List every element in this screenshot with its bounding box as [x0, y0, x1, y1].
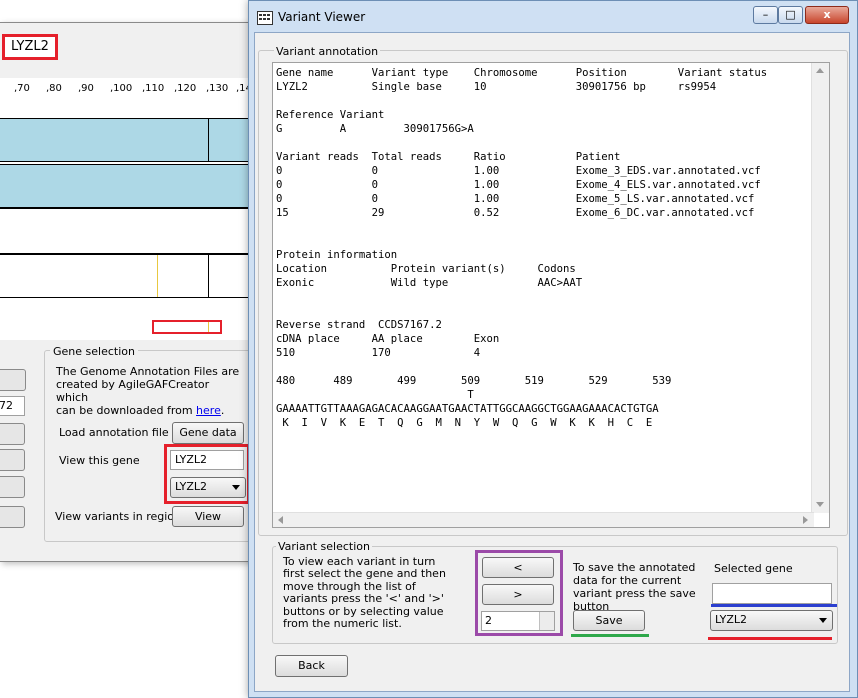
- ruler-tick: ,130: [206, 83, 229, 94]
- app-grid-icon: [257, 11, 273, 25]
- save-instructions: To save the annotated data for the curre…: [573, 561, 696, 613]
- view-region-label: View variants in region: [55, 510, 181, 523]
- view-gene-label: View this gene: [59, 454, 140, 467]
- save-button[interactable]: Save: [573, 610, 645, 631]
- chevron-down-icon: [819, 618, 827, 623]
- bg-text-field-partial[interactable]: 72: [0, 396, 25, 416]
- vertical-scrollbar[interactable]: [811, 63, 829, 513]
- minimize-button[interactable]: –: [753, 6, 778, 24]
- stepper-down-icon[interactable]: [539, 621, 554, 630]
- info-line: The Genome Annotation Files are: [56, 365, 240, 378]
- gene-track-exon[interactable]: [0, 118, 248, 162]
- selected-gene-dropdown[interactable]: LYZL2: [710, 610, 833, 631]
- bg-button-partial-2[interactable]: [0, 449, 25, 471]
- genome-track-panel[interactable]: [0, 100, 248, 340]
- gene-selection-title: Gene selection: [50, 345, 138, 358]
- gene-track-empty: [0, 208, 248, 254]
- variant-track[interactable]: [0, 254, 248, 298]
- ruler-tick: ,90: [78, 83, 94, 94]
- variant-selection-instructions: To view each variant in turn first selec…: [283, 555, 446, 631]
- back-button[interactable]: Back: [275, 655, 348, 677]
- bg-dropdown-partial[interactable]: [0, 369, 26, 391]
- region-selection-box[interactable]: [152, 320, 222, 334]
- stepper-up-icon[interactable]: [539, 612, 554, 621]
- view-region-button[interactable]: View: [172, 506, 244, 527]
- stepper-value: 2: [485, 614, 492, 627]
- info-line: created by AgileGAFCreator which: [56, 378, 210, 404]
- bg-button-partial-4[interactable]: [0, 506, 25, 528]
- info-line-end: .: [220, 404, 225, 417]
- genome-gene-label: LYZL2: [2, 34, 58, 60]
- ruler-tick: ,70: [14, 83, 30, 94]
- scroll-right-icon[interactable]: [803, 516, 808, 524]
- close-icon: x: [823, 8, 831, 21]
- ruler-tick: ,100: [110, 83, 133, 94]
- minimize-icon: –: [762, 8, 769, 21]
- horizontal-scrollbar[interactable]: [273, 512, 814, 527]
- annotation-textbox[interactable]: Gene name Variant type Chromosome Positi…: [272, 62, 830, 528]
- dropdown-value: LYZL2: [715, 613, 748, 626]
- gene-data-button[interactable]: Gene data: [172, 422, 244, 444]
- variant-annotation-title: Variant annotation: [274, 45, 381, 58]
- window-title: Variant Viewer: [278, 10, 366, 24]
- position-ruler: ,70 ,80 ,90 ,100 ,110 ,120 ,130 ,14: [0, 78, 252, 101]
- maximize-icon: □: [785, 8, 796, 21]
- selected-gene-input[interactable]: [712, 583, 832, 604]
- red-highlight-box: [164, 444, 250, 504]
- close-button[interactable]: x: [805, 6, 849, 24]
- info-line: can be downloaded from: [56, 404, 197, 417]
- variant-number-stepper[interactable]: 2: [481, 611, 555, 631]
- gene-track-transcript[interactable]: [0, 164, 248, 208]
- scroll-up-icon[interactable]: [816, 68, 824, 73]
- ruler-tick: ,110: [142, 83, 165, 94]
- bg-button-partial-3[interactable]: [0, 476, 25, 498]
- green-underline: [571, 634, 649, 637]
- previous-variant-button[interactable]: <: [482, 557, 554, 578]
- blue-underline: [711, 604, 837, 607]
- title-bar[interactable]: Variant Viewer – □ x: [249, 1, 857, 33]
- annotation-info-text: The Genome Annotation Files are created …: [56, 365, 242, 417]
- variant-selection-title: Variant selection: [276, 540, 372, 553]
- scroll-down-icon[interactable]: [816, 502, 824, 507]
- bg-button-partial-1[interactable]: [0, 423, 25, 445]
- maximize-button[interactable]: □: [778, 6, 803, 24]
- scroll-left-icon[interactable]: [278, 516, 283, 524]
- load-annotation-label: Load annotation file: [59, 426, 169, 439]
- annotation-content: Gene name Variant type Chromosome Positi…: [276, 67, 768, 429]
- ruler-tick: ,120: [174, 83, 197, 94]
- download-here-link[interactable]: here: [196, 404, 221, 417]
- next-variant-button[interactable]: >: [482, 584, 554, 605]
- selected-gene-label: Selected gene: [714, 562, 793, 575]
- ruler-tick: ,80: [46, 83, 62, 94]
- red-underline: [708, 637, 832, 640]
